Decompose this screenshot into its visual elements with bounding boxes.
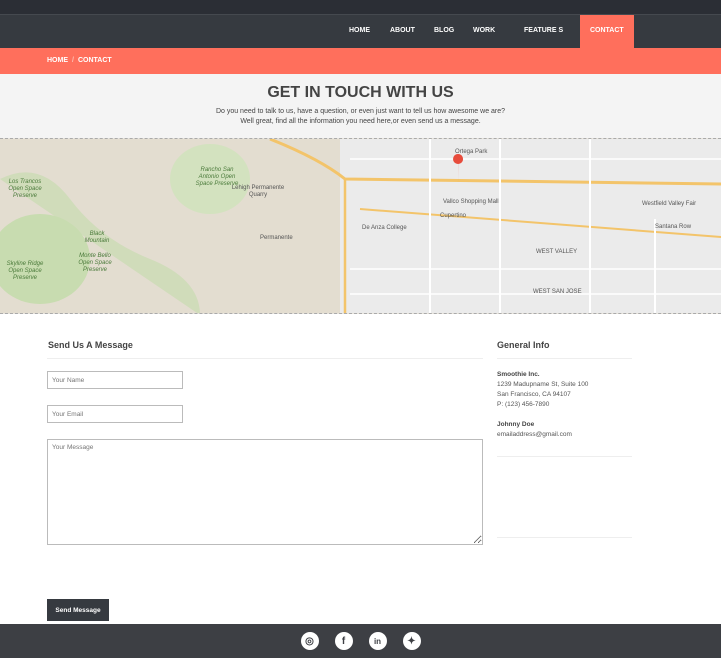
breadcrumb-sep: /: [72, 57, 74, 64]
map-label: WEST SAN JOSE: [533, 289, 582, 295]
form-title: Send Us A Message: [48, 340, 133, 350]
map-label: Ortega Park: [455, 149, 488, 155]
map-label: WEST VALLEY: [536, 249, 578, 255]
nav-features[interactable]: FEATURE S: [524, 27, 563, 34]
instagram-icon[interactable]: ◎: [300, 632, 319, 650]
breadcrumb: HOME / CONTACT: [0, 48, 721, 74]
company-name: Smoothie Inc.: [497, 371, 540, 378]
email-input[interactable]: [47, 405, 183, 423]
breadcrumb-current: CONTACT: [77, 57, 112, 64]
map-label: Permanente: [260, 235, 293, 241]
message-textarea[interactable]: [47, 439, 483, 545]
nav-home[interactable]: HOME: [349, 27, 370, 34]
map-roads: [0, 139, 721, 313]
map-label: Black Mountain: [84, 231, 110, 244]
page-title: GET IN TOUCH WITH US: [267, 84, 454, 101]
address-line-1: 1239 Madupname St, Suite 100: [497, 381, 589, 388]
nav-about[interactable]: ABOUT: [390, 27, 415, 34]
contact-section: Send Us A Message Send Message General I…: [0, 314, 721, 624]
map-label: Vallco Shopping Mall: [443, 199, 499, 205]
hero-line-2: Well great, find all the information you…: [240, 118, 481, 125]
divider: [497, 537, 632, 538]
divider: [497, 358, 632, 359]
map-label: Monte Bello Open Space Preserve: [78, 253, 112, 273]
company-info: Smoothie Inc. 1239 Madupname St, Suite 1…: [497, 370, 588, 410]
map-label: Santana Row: [655, 224, 692, 230]
email-link[interactable]: emailaddress@gmail.com: [497, 431, 572, 438]
phone: P: (123) 456-7890: [497, 401, 550, 408]
map-label: Rancho San Antonio Open Space Preserve: [195, 167, 239, 187]
divider: [497, 456, 632, 457]
info-title: General Info: [497, 340, 550, 350]
map[interactable]: Ortega Park Vallco Shopping Mall Cuperti…: [0, 138, 721, 314]
send-message-button[interactable]: Send Message: [47, 599, 109, 621]
map-label: Cupertino: [440, 213, 467, 219]
twitter-icon[interactable]: ✦: [402, 632, 421, 650]
map-label: Skyline Ridge Open Space Preserve: [6, 261, 44, 281]
linkedin-icon[interactable]: in: [368, 632, 387, 650]
map-label: De Anza College: [362, 225, 407, 231]
main-nav: HOME ABOUT BLOG WORK FEATURE S CONTACT: [0, 14, 721, 48]
nav-contact[interactable]: CONTACT: [580, 15, 634, 48]
nav-work[interactable]: WORK: [473, 27, 495, 34]
facebook-icon[interactable]: f: [334, 632, 353, 650]
nav-blog[interactable]: BLOG: [434, 27, 454, 34]
contact-person: Johnny Doe emailaddress@gmail.com: [497, 420, 572, 440]
hero: GET IN TOUCH WITH US Do you need to talk…: [0, 74, 721, 138]
top-bar: [0, 0, 721, 14]
map-label: Los Trancos Open Space Preserve: [8, 179, 42, 199]
address-line-2: San Francisco, CA 94107: [497, 391, 571, 398]
name-input[interactable]: [47, 371, 183, 389]
footer: ◎ f in ✦: [0, 624, 721, 658]
map-label: Westfield Valley Fair: [642, 201, 697, 207]
hero-line-1: Do you need to talk to us, have a questi…: [215, 108, 506, 115]
divider: [47, 358, 483, 359]
breadcrumb-home[interactable]: HOME: [47, 57, 68, 64]
person-name: Johnny Doe: [497, 421, 535, 428]
